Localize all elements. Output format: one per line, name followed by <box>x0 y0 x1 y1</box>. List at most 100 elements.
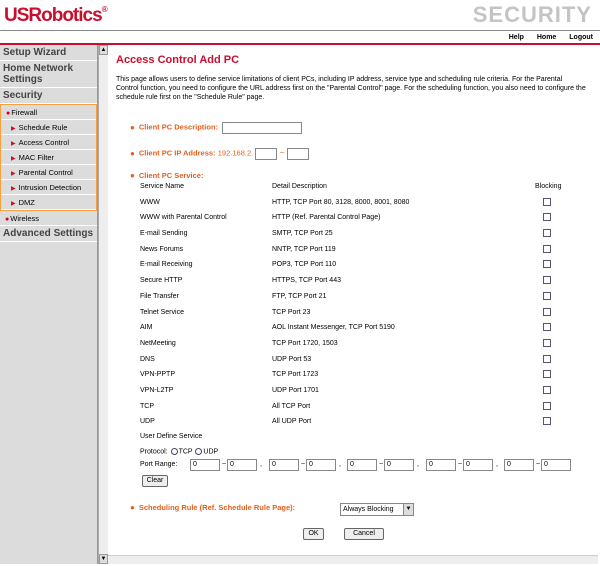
tcp-radio[interactable] <box>170 448 178 455</box>
port-start-input[interactable]: 0 <box>269 459 299 471</box>
port-tilde: ~ <box>301 461 306 468</box>
nav-home-network[interactable]: Home Network Settings <box>0 61 97 88</box>
triangle-right-icon: ▶ <box>11 186 16 192</box>
schedule-label: Scheduling Rule (Ref. Schedule Rule Page… <box>138 503 296 512</box>
service-name: VPN-PPTP <box>140 371 176 379</box>
nav-security[interactable]: Security <box>0 88 97 104</box>
port-comma: , <box>339 461 341 468</box>
sidebar: Setup Wizard Home Network Settings Secur… <box>0 45 98 564</box>
blocking-checkbox[interactable] <box>543 229 551 238</box>
port-start-input[interactable]: 0 <box>504 459 534 471</box>
service-table: Service Name Detail Description Blocking… <box>140 180 570 431</box>
bullet-icon: ● <box>130 503 135 512</box>
top-links: Help Home Logout <box>498 34 593 41</box>
ok-button[interactable]: OK <box>303 528 324 540</box>
blocking-checkbox[interactable] <box>543 197 551 206</box>
blocking-checkbox[interactable] <box>543 291 551 300</box>
blocking-checkbox[interactable] <box>543 385 551 394</box>
port-tilde: ~ <box>222 461 227 468</box>
port-end-input[interactable]: 0 <box>384 459 414 471</box>
section-title: SECURITY <box>472 2 592 27</box>
service-detail: TCP Port 1723 <box>272 371 319 379</box>
port-end-input[interactable]: 0 <box>541 459 571 471</box>
nav-advanced-settings[interactable]: Advanced Settings <box>0 226 97 242</box>
table-row: DNS UDP Port 53 <box>140 353 570 369</box>
blocking-checkbox[interactable] <box>543 354 551 363</box>
port-start-input[interactable]: 0 <box>190 459 220 471</box>
triangle-right-icon: ▶ <box>11 141 16 147</box>
port-end-input[interactable]: 0 <box>306 459 336 471</box>
ip-row: ● Client PC IP Address: 192.168.2. ~ <box>130 148 309 160</box>
schedule-select[interactable]: Always Blocking ▼ <box>340 503 414 516</box>
triangle-right-icon: ▶ <box>11 201 16 207</box>
service-detail: HTTP (Ref. Parental Control Page) <box>272 214 381 222</box>
nav-intrusion-detection[interactable]: ▶ Intrusion Detection <box>1 180 96 195</box>
blocking-checkbox[interactable] <box>543 401 551 410</box>
table-header: Service Name Detail Description Blocking <box>140 180 570 196</box>
nav-parental-control[interactable]: ▶ Parental Control <box>1 165 96 180</box>
blocking-checkbox[interactable] <box>543 276 551 285</box>
service-detail: UDP Port 1701 <box>272 386 319 394</box>
service-label-row: ● Client PC Service: <box>130 171 203 180</box>
table-row: WWW HTTP, TCP Port 80, 3128, 8000, 8001, … <box>140 196 570 212</box>
port-comma: , <box>496 461 498 468</box>
logout-link[interactable]: Logout <box>569 34 593 41</box>
clear-button[interactable]: Clear <box>142 475 168 487</box>
port-comma: , <box>417 461 419 468</box>
help-link[interactable]: Help <box>509 34 524 41</box>
ip-end-input[interactable] <box>286 148 309 160</box>
chevron-down-icon: ▼ <box>403 504 413 515</box>
port-end-input[interactable]: 0 <box>227 459 257 471</box>
blocking-checkbox[interactable] <box>543 323 551 332</box>
description-row: ● Client PC Description: <box>130 122 303 134</box>
blocking-checkbox[interactable] <box>543 370 551 379</box>
table-row: News Forums NNTP, TCP Port 119 <box>140 243 570 259</box>
udp-label: UDP <box>203 448 219 456</box>
udp-radio[interactable] <box>195 448 203 455</box>
service-name: E-mail Receiving <box>140 261 193 269</box>
nav-mac-filter[interactable]: ▶ MAC Filter <box>1 150 96 165</box>
blocking-checkbox[interactable] <box>543 417 551 426</box>
nav-setup-wizard[interactable]: Setup Wizard <box>0 45 97 61</box>
protocol-label: Protocol: <box>140 448 168 456</box>
service-detail: FTP, TCP Port 21 <box>272 292 327 300</box>
sidebar-scrollbar[interactable]: ▲ ▼ <box>98 45 108 564</box>
port-start-input[interactable]: 0 <box>426 459 456 471</box>
triangle-right-icon: ▶ <box>11 126 16 132</box>
description-input[interactable] <box>222 122 303 134</box>
service-detail: All TCP Port <box>272 402 311 410</box>
blocking-checkbox[interactable] <box>543 307 551 316</box>
service-detail: UDP Port 53 <box>272 355 312 363</box>
ip-start-input[interactable] <box>255 148 278 160</box>
scroll-down-icon[interactable]: ▼ <box>99 554 108 564</box>
table-row: NetMeeting TCP Port 1720, 1503 <box>140 337 570 353</box>
nav-schedule-rule[interactable]: ▶ Schedule Rule <box>1 120 96 135</box>
port-end-input[interactable]: 0 <box>463 459 493 471</box>
blocking-checkbox[interactable] <box>543 338 551 347</box>
service-name: File Transfer <box>140 292 179 300</box>
service-detail: POP3, TCP Port 110 <box>272 261 337 269</box>
table-row: WWW with Parental Control HTTP (Ref. Pare… <box>140 211 570 227</box>
port-start-input[interactable]: 0 <box>347 459 377 471</box>
nav-dmz[interactable]: ▶ DMZ <box>1 195 96 210</box>
horizontal-scrollbar[interactable] <box>108 555 598 564</box>
port-tilde: ~ <box>379 461 384 468</box>
home-link[interactable]: Home <box>537 34 556 41</box>
protocol-row: Protocol: TCP UDP <box>140 448 218 455</box>
blocking-checkbox[interactable] <box>543 213 551 222</box>
cancel-button[interactable]: Cancel <box>344 528 384 540</box>
blocking-checkbox[interactable] <box>543 260 551 269</box>
table-row: Telnet Service TCP Port 23 <box>140 306 570 322</box>
table-row: TCP All TCP Port <box>140 400 570 416</box>
schedule-row: ● Scheduling Rule (Ref. Schedule Rule Pag… <box>130 503 430 517</box>
service-name: WWW with Parental Control <box>140 214 227 222</box>
port-tilde: ~ <box>458 461 463 468</box>
table-row: VPN-PPTP TCP Port 1723 <box>140 368 570 384</box>
nav-wireless[interactable]: ●Wireless <box>0 211 97 226</box>
scroll-up-icon[interactable]: ▲ <box>99 45 108 55</box>
blocking-checkbox[interactable] <box>543 244 551 253</box>
nav-access-control[interactable]: ▶ Access Control <box>1 135 96 150</box>
service-name: DNS <box>140 355 155 363</box>
nav-firewall[interactable]: ●Firewall <box>1 105 96 120</box>
service-label: Client PC Service: <box>138 171 204 180</box>
